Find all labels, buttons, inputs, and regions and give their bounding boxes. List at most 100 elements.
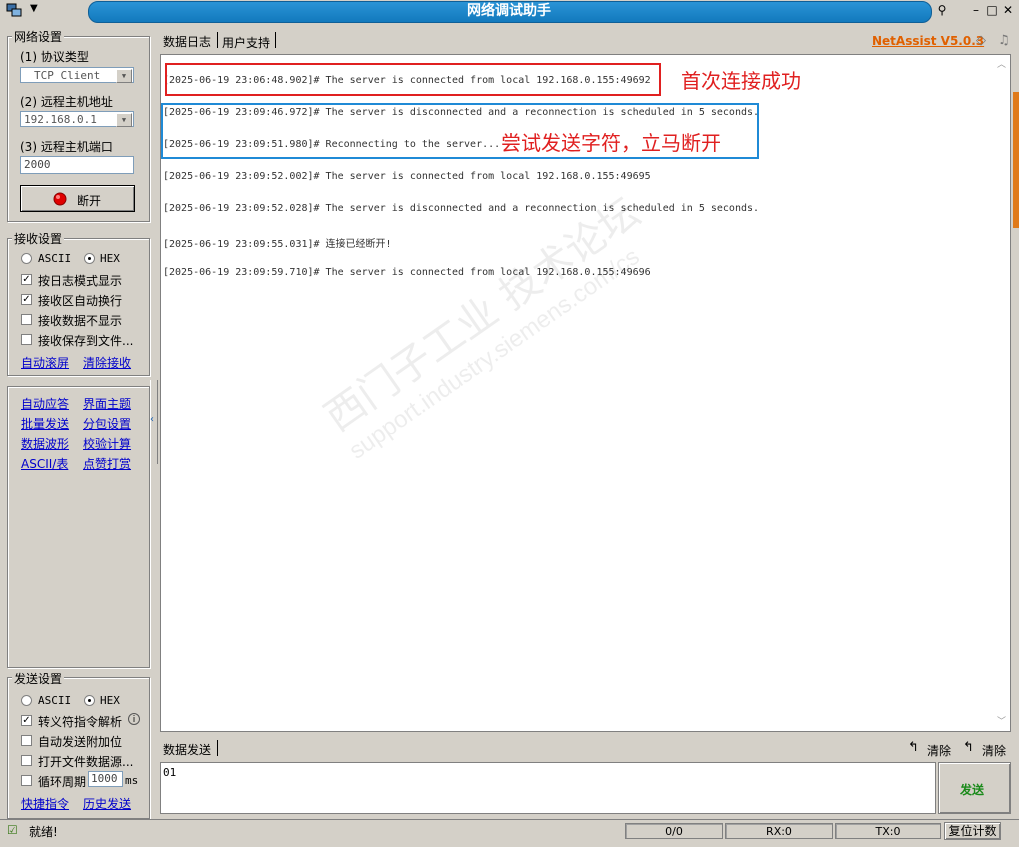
loop-period-checkbox[interactable]: [21, 775, 32, 786]
reset-counter-button[interactable]: 复位计数: [944, 822, 1001, 840]
splitter-handle[interactable]: ‹: [150, 380, 158, 464]
status-ready: 就绪!: [29, 825, 58, 839]
side-accent-bar: [1013, 92, 1019, 228]
tool-ascii-table[interactable]: ASCII/表: [21, 455, 68, 472]
window-title: 网络调试助手: [467, 3, 551, 19]
log-mode-checkbox[interactable]: ✓: [21, 274, 32, 285]
bell-icon[interactable]: ♫: [998, 33, 1010, 48]
shortcut-link[interactable]: 快捷指令: [21, 795, 69, 812]
send-content: 01: [163, 766, 177, 779]
history-link[interactable]: 历史发送: [83, 795, 131, 812]
port-input[interactable]: 2000: [20, 156, 134, 174]
recv-hex-label: HEX: [100, 252, 120, 265]
protocol-value: TCP Client: [34, 69, 101, 82]
tool-theme[interactable]: 界面主题: [83, 395, 131, 412]
port-label: (3) 远程主机端口: [20, 140, 113, 154]
send-ascii-radio[interactable]: [21, 695, 32, 706]
tab-divider: [217, 740, 218, 756]
log-line: [2025-06-19 23:09:55.031]# 连接已经断开!: [163, 239, 392, 250]
tab-divider: [217, 32, 218, 48]
status-icon: ☑: [7, 823, 18, 837]
minimize-button[interactable]: –: [968, 2, 984, 18]
close-button[interactable]: ✕: [1000, 2, 1016, 18]
auto-wrap-checkbox[interactable]: ✓: [21, 294, 32, 305]
protocol-select[interactable]: TCP Client ▼: [20, 67, 134, 83]
recv-ascii-radio[interactable]: [21, 253, 32, 264]
tab-divider: [275, 32, 276, 48]
receive-log[interactable]: [2025-06-19 23:06:48.902]# The server is…: [160, 54, 996, 732]
clear-counter-icon[interactable]: ↰: [963, 740, 974, 755]
disconnect-button[interactable]: 断开: [20, 185, 135, 212]
tab-data-log[interactable]: 数据日志: [163, 33, 211, 50]
tool-packet-settings[interactable]: 分包设置: [83, 415, 131, 432]
annotation-box-red: [165, 63, 661, 96]
file-source-label: 打开文件数据源...: [38, 755, 134, 769]
host-select[interactable]: 192.168.0.1 ▼: [20, 111, 134, 127]
annotation-first-text: 首次连接成功: [681, 69, 801, 93]
status-counter: 0/0: [625, 823, 723, 839]
chevron-down-icon[interactable]: ▼: [116, 113, 132, 127]
log-line: [2025-06-19 23:09:52.002]# The server is…: [163, 171, 651, 182]
status-rx: RX:0: [725, 823, 833, 839]
send-button-label: 发送: [960, 783, 985, 797]
annotation-second-text: 尝试发送字符，立马断开: [501, 131, 721, 155]
loop-period-label: 循环周期: [38, 775, 87, 789]
period-input[interactable]: 1000: [88, 771, 123, 787]
chevron-down-icon[interactable]: ▼: [30, 3, 38, 14]
auto-append-label: 自动发送附加位: [38, 735, 123, 749]
period-unit: ms: [125, 774, 139, 787]
chevron-left-icon: ‹: [150, 414, 154, 425]
status-divider: [0, 819, 1019, 820]
auto-scroll-link[interactable]: 自动滚屏: [21, 354, 69, 371]
host-value: 192.168.0.1: [24, 113, 97, 126]
hide-recv-checkbox[interactable]: [21, 314, 32, 325]
escape-parse-checkbox[interactable]: ✓: [21, 715, 32, 726]
auto-append-checkbox[interactable]: [21, 735, 32, 746]
info-icon[interactable]: i: [128, 713, 140, 725]
record-icon: [53, 192, 67, 206]
pin-icon[interactable]: ⚲: [934, 2, 950, 18]
send-button[interactable]: 发送: [938, 762, 1011, 814]
clear-send-icon[interactable]: ↰: [908, 740, 919, 755]
recv-ascii-label: ASCII: [38, 252, 72, 265]
log-line: [2025-06-19 23:09:52.028]# The server is…: [163, 203, 760, 214]
send-settings-title: 发送设置: [12, 670, 65, 687]
net-settings-title: 网络设置: [12, 28, 65, 45]
status-tx: TX:0: [835, 823, 941, 839]
tool-checksum[interactable]: 校验计算: [83, 435, 131, 452]
send-hex-label: HEX: [100, 694, 120, 707]
log-scrollbar[interactable]: ︿ ﹀: [994, 54, 1011, 732]
tool-donate[interactable]: 点赞打赏: [83, 455, 131, 472]
save-file-label: 接收保存到文件...: [38, 334, 134, 348]
send-hex-radio[interactable]: [84, 695, 95, 706]
file-source-checkbox[interactable]: [21, 755, 32, 766]
save-file-checkbox[interactable]: [21, 334, 32, 345]
tool-batch-send[interactable]: 批量发送: [21, 415, 69, 432]
recv-settings-title: 接收设置: [12, 230, 65, 247]
auto-wrap-label: 接收区自动换行: [38, 294, 123, 308]
maximize-button[interactable]: □: [984, 2, 1000, 18]
escape-parse-label: 转义符指令解析: [38, 715, 123, 729]
chevron-down-icon[interactable]: ﹀: [997, 714, 1006, 727]
clear-send-button[interactable]: 清除: [927, 742, 951, 759]
watermark-line1: 西门子工业 技术论坛: [316, 189, 649, 441]
disconnect-label: 断开: [77, 194, 102, 208]
send-textarea[interactable]: 01: [160, 762, 936, 814]
host-label: (2) 远程主机地址: [20, 95, 113, 109]
protocol-label: (1) 协议类型: [20, 50, 89, 64]
hide-recv-label: 接收数据不显示: [38, 314, 123, 328]
clear-counter-button[interactable]: 清除: [982, 742, 1006, 759]
app-icon[interactable]: [6, 3, 22, 17]
chevron-up-icon[interactable]: ︿: [997, 57, 1006, 70]
tool-auto-reply[interactable]: 自动应答: [21, 395, 69, 412]
brand-link[interactable]: NetAssist V5.0.3: [872, 34, 984, 48]
tab-user-support[interactable]: 用户支持: [222, 34, 270, 51]
send-ascii-label: ASCII: [38, 694, 72, 707]
tab-data-send[interactable]: 数据发送: [163, 741, 211, 758]
diamond-icon[interactable]: ◇: [976, 33, 986, 48]
recv-hex-radio[interactable]: [84, 253, 95, 264]
clear-recv-link[interactable]: 清除接收: [83, 354, 131, 371]
tool-waveform[interactable]: 数据波形: [21, 435, 69, 452]
log-mode-label: 按日志模式显示: [38, 274, 123, 288]
chevron-down-icon[interactable]: ▼: [116, 69, 132, 83]
